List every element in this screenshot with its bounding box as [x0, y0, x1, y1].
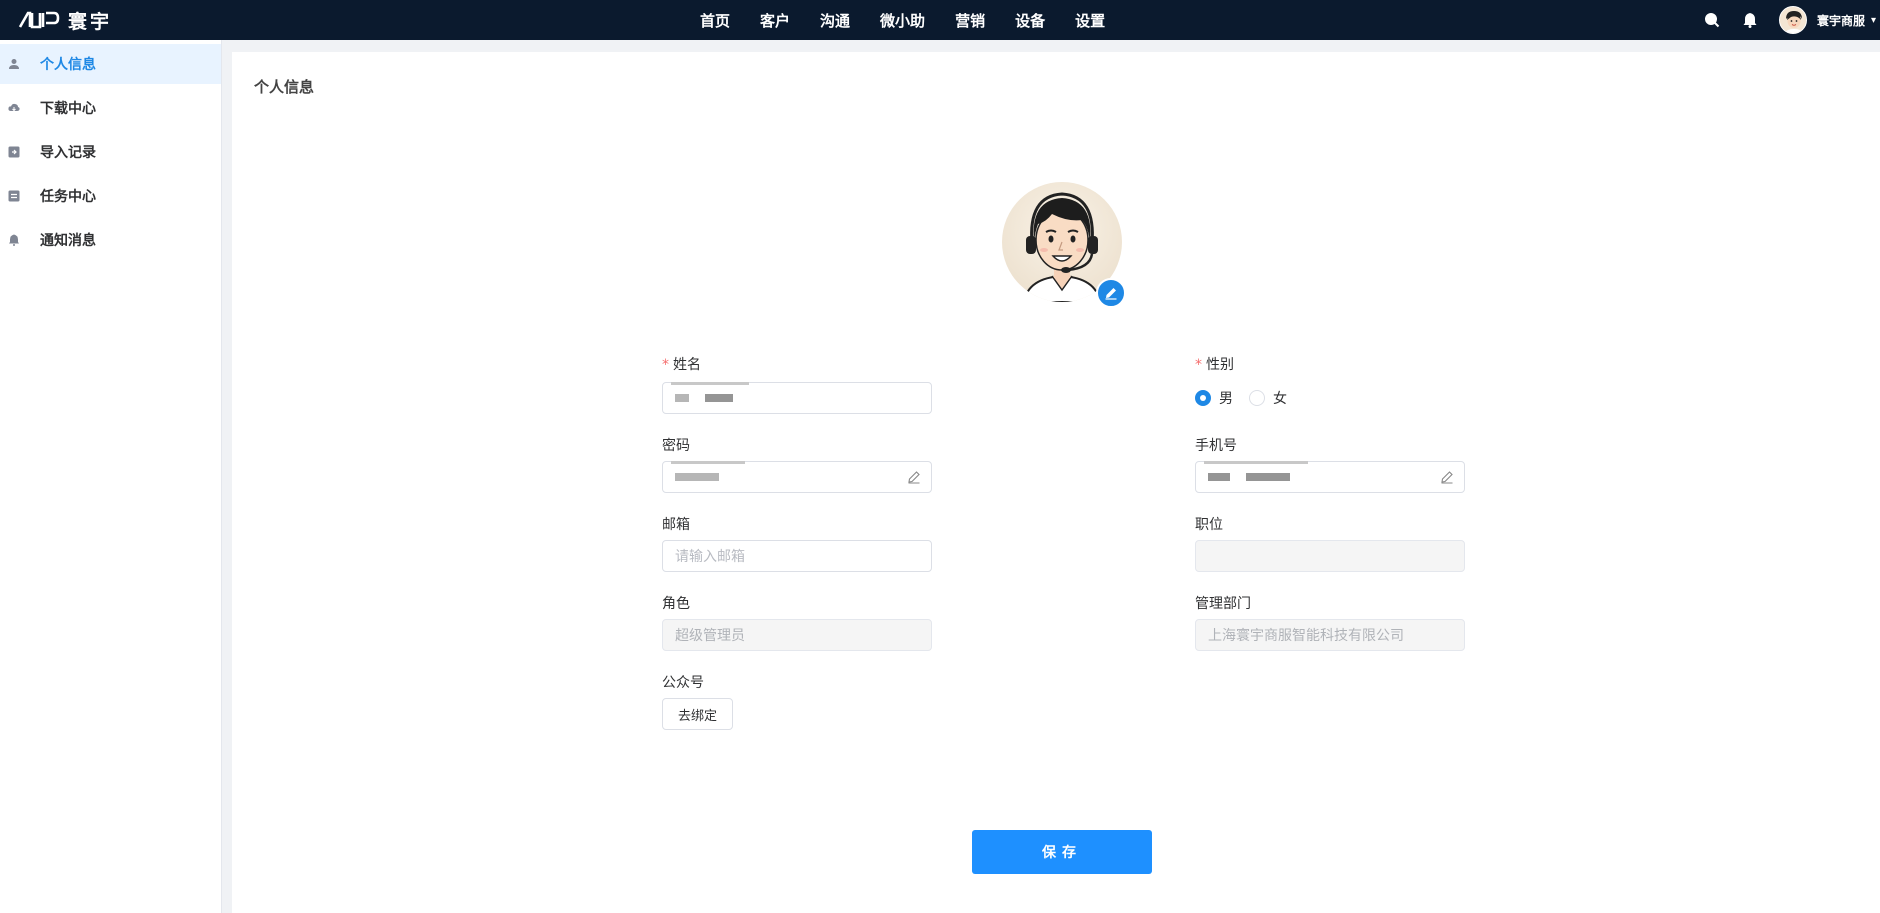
- cloud-download-icon: [8, 103, 20, 112]
- email-field[interactable]: 请输入邮箱: [662, 540, 932, 572]
- required-mark: *: [1195, 357, 1202, 373]
- user-icon: [9, 59, 19, 69]
- nav-item-wechat-assistant[interactable]: 微小助: [880, 10, 925, 31]
- email-placeholder: 请输入邮箱: [675, 549, 745, 565]
- radio-label: 女: [1273, 391, 1287, 407]
- logo-mark-icon: [18, 11, 60, 29]
- position-field: [1195, 540, 1465, 572]
- position-label: 职位: [1195, 517, 1223, 533]
- app-logo[interactable]: 寰宇: [18, 6, 112, 34]
- edit-pencil-icon[interactable]: [1440, 470, 1454, 484]
- top-navbar: 寰宇 首页 客户 沟通 微小助 营销 设备 设置 寰宇商服 ▾: [0, 0, 1880, 40]
- redacted-text: [675, 473, 719, 481]
- nav-item-settings[interactable]: 设置: [1075, 10, 1105, 31]
- save-button[interactable]: 保存: [972, 830, 1152, 874]
- sidebar-item-profile[interactable]: 个人信息: [0, 44, 221, 84]
- sidebar-item-import-records[interactable]: 导入记录: [0, 132, 221, 172]
- task-icon: [8, 190, 20, 202]
- search-icon[interactable]: [1703, 11, 1721, 29]
- import-icon: [8, 146, 20, 158]
- bind-wechat-button[interactable]: 去绑定: [662, 698, 734, 730]
- redacted-text: [671, 461, 745, 464]
- header-right: 寰宇商服 ▾: [1703, 0, 1880, 40]
- nav-item-devices[interactable]: 设备: [1015, 10, 1045, 31]
- name-field[interactable]: [662, 382, 932, 414]
- gender-radio-male[interactable]: 男: [1195, 388, 1233, 408]
- nav-item-marketing[interactable]: 营销: [955, 10, 985, 31]
- sidebar-item-tasks[interactable]: 任务中心: [0, 176, 221, 216]
- nav-item-home[interactable]: 首页: [700, 10, 730, 31]
- app-logo-text: 寰宇: [68, 10, 113, 33]
- page-title: 个人信息: [254, 78, 315, 96]
- edit-pencil-icon[interactable]: [907, 470, 921, 484]
- department-value: 上海寰宇商服智能科技有限公司: [1208, 628, 1404, 644]
- department-label: 管理部门: [1195, 596, 1251, 612]
- phone-field[interactable]: [1195, 461, 1465, 493]
- role-label: 角色: [662, 596, 690, 612]
- sidebar: 个人信息 下载中心 导入记录 任务中心 通知消息: [0, 40, 222, 913]
- profile-avatar-wrapper: [1002, 182, 1126, 308]
- nav-item-customers[interactable]: 客户: [760, 10, 790, 31]
- main-content: 个人信息 * 姓名 * 性别 男 女 密码 手机号 邮箱 请输入邮箱 职位 角色…: [232, 52, 1880, 913]
- sidebar-item-notifications[interactable]: 通知消息: [0, 220, 221, 260]
- required-mark: *: [662, 357, 669, 373]
- redacted-text: [1204, 461, 1308, 464]
- bell-icon[interactable]: [1741, 11, 1759, 29]
- gender-radio-female[interactable]: 女: [1249, 388, 1287, 408]
- redacted-text: [1208, 473, 1230, 481]
- name-label: * 姓名: [662, 357, 701, 373]
- sidebar-item-label: 下载中心: [40, 101, 96, 117]
- radio-checked-icon[interactable]: [1195, 390, 1211, 406]
- user-avatar[interactable]: [1778, 6, 1807, 34]
- sidebar-item-label: 通知消息: [40, 233, 96, 249]
- avatar-edit-button[interactable]: [1096, 278, 1126, 308]
- wechat-official-account-label: 公众号: [662, 675, 704, 691]
- password-field[interactable]: [662, 461, 932, 493]
- redacted-text: [705, 394, 733, 402]
- redacted-text: [1246, 473, 1290, 481]
- gender-radio-group: 男 女: [1195, 388, 1303, 408]
- role-value: 超级管理员: [675, 628, 745, 644]
- username-label[interactable]: 寰宇商服: [1817, 12, 1865, 29]
- radio-unchecked-icon[interactable]: [1249, 390, 1265, 406]
- phone-label: 手机号: [1195, 438, 1237, 454]
- sidebar-item-label: 个人信息: [40, 57, 96, 73]
- nav-item-communication[interactable]: 沟通: [820, 10, 850, 31]
- bell-icon: [9, 234, 19, 246]
- sidebar-item-label: 任务中心: [40, 189, 96, 205]
- role-field: 超级管理员: [662, 619, 932, 651]
- gender-label: * 性别: [1195, 357, 1234, 373]
- redacted-text: [671, 382, 749, 385]
- pencil-icon: [1105, 288, 1117, 300]
- main-nav: 首页 客户 沟通 微小助 营销 设备 设置: [700, 0, 1135, 40]
- department-field: 上海寰宇商服智能科技有限公司: [1195, 619, 1465, 651]
- sidebar-item-downloads[interactable]: 下载中心: [0, 88, 221, 128]
- sidebar-item-label: 导入记录: [40, 145, 96, 161]
- email-label: 邮箱: [662, 517, 690, 533]
- password-label: 密码: [662, 438, 690, 454]
- redacted-text: [675, 394, 689, 402]
- radio-label: 男: [1219, 391, 1233, 407]
- chevron-down-icon[interactable]: ▾: [1871, 15, 1876, 26]
